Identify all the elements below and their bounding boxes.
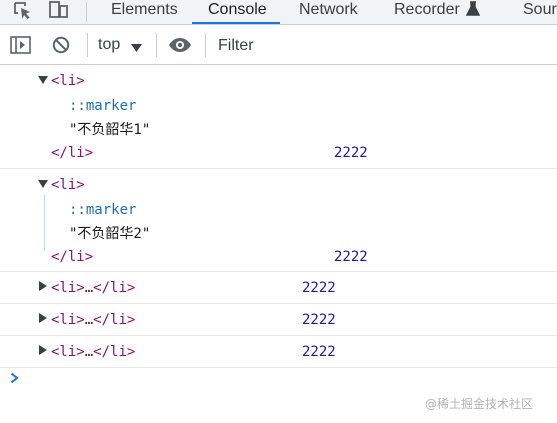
- open-tag: <li>: [51, 312, 85, 328]
- console-message: <li> ::marker "不负韶华2" </li> 2222: [0, 169, 557, 272]
- logged-number: 2222: [334, 145, 368, 161]
- close-tag: </li>: [93, 280, 136, 296]
- active-tab-indicator: [192, 22, 280, 24]
- indent-guide: [44, 195, 45, 251]
- console-message: <li>…</li> 2222: [0, 304, 557, 336]
- toolbar-separator: [87, 33, 88, 57]
- collapsed-element[interactable]: <li>…</li>: [51, 311, 135, 329]
- watermark: @稀土掘金技术社区: [425, 397, 534, 411]
- tab-separator: [86, 2, 87, 22]
- logged-number: 2222: [302, 280, 336, 296]
- flask-icon: [465, 1, 481, 23]
- clear-console-icon[interactable]: [52, 36, 70, 58]
- pseudo-marker: ::marker: [69, 202, 137, 218]
- close-tag: </li>: [51, 249, 94, 265]
- text-node: "不负韶华1": [69, 122, 151, 138]
- chevron-down-icon[interactable]: [131, 38, 142, 57]
- pseudo-marker: ::marker: [69, 98, 137, 114]
- close-tag: </li>: [93, 344, 136, 360]
- tab-network[interactable]: Network: [299, 0, 358, 24]
- ellipsis: …: [84, 344, 94, 360]
- tab-recorder[interactable]: Recorder: [394, 0, 460, 24]
- open-tag[interactable]: <li>: [51, 176, 85, 194]
- expand-triangle-icon[interactable]: [38, 180, 48, 188]
- device-toolbar-icon[interactable]: [47, 0, 71, 22]
- close-tag: </li>: [51, 145, 94, 161]
- logged-number: 2222: [302, 344, 336, 360]
- collapse-triangle-icon[interactable]: [39, 281, 47, 291]
- collapse-triangle-icon[interactable]: [39, 345, 47, 355]
- tab-console[interactable]: Console: [208, 0, 267, 24]
- close-tag: </li>: [93, 312, 136, 328]
- console-message: <li>…</li> 2222: [0, 272, 557, 304]
- expand-triangle-icon[interactable]: [38, 76, 48, 84]
- collapse-triangle-icon[interactable]: [39, 313, 47, 323]
- live-expression-eye-icon[interactable]: [168, 37, 192, 57]
- ellipsis: …: [84, 280, 94, 296]
- filter-input[interactable]: [218, 36, 548, 56]
- console-prompt-chevron-icon[interactable]: [10, 372, 19, 384]
- open-tag[interactable]: <li>: [51, 72, 85, 90]
- logged-number: 2222: [334, 249, 368, 265]
- tab-elements[interactable]: Elements: [111, 0, 178, 24]
- collapsed-element[interactable]: <li>…</li>: [51, 343, 135, 361]
- open-tag: <li>: [51, 280, 85, 296]
- text-node: "不负韶华2": [69, 226, 151, 242]
- open-tag: <li>: [51, 344, 85, 360]
- logged-number: 2222: [302, 312, 336, 328]
- toolbar-separator: [156, 33, 157, 57]
- tab-sources[interactable]: Sources: [523, 0, 557, 24]
- toolbar-separator: [205, 33, 206, 57]
- console-message: <li>…</li> 2222: [0, 336, 557, 368]
- console-toolbar: top: [0, 25, 557, 65]
- console-message: <li> ::marker "不负韶华1" </li> 2222: [0, 65, 557, 169]
- devtools-tab-bar: Elements Console Network Recorder Source…: [0, 0, 557, 25]
- show-sidebar-icon[interactable]: [10, 36, 31, 58]
- ellipsis: …: [84, 312, 94, 328]
- inspect-element-icon[interactable]: [12, 0, 34, 22]
- context-selector[interactable]: top: [98, 35, 120, 55]
- collapsed-element[interactable]: <li>…</li>: [51, 279, 135, 297]
- console-messages: <li> ::marker "不负韶华1" </li> 2222 <li> ::…: [0, 65, 557, 423]
